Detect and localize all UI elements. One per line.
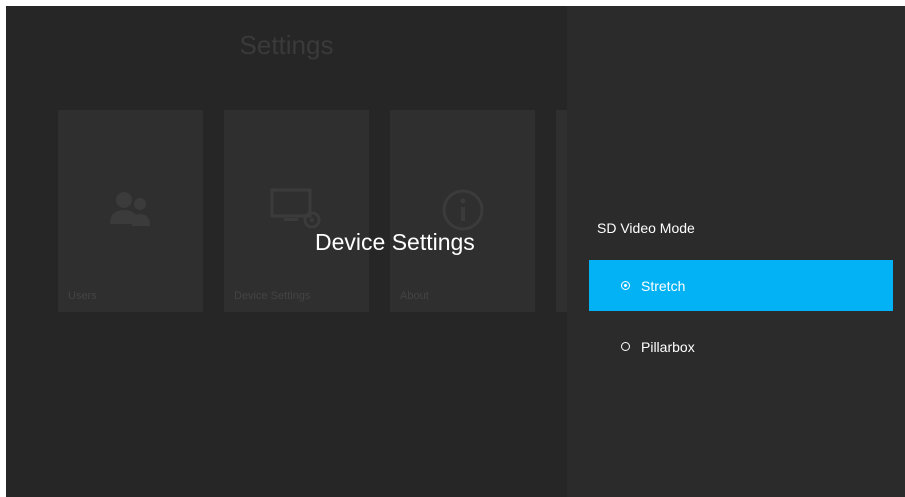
radio-checked-icon <box>621 281 630 290</box>
tile-label-device-settings: Device Settings <box>234 290 311 302</box>
tile-about[interactable]: About <box>390 110 535 312</box>
users-icon <box>58 180 203 240</box>
options-panel: SD Video Mode Stretch Pillarbox <box>567 6 905 497</box>
option-stretch[interactable]: Stretch <box>589 260 893 311</box>
overlay-title: Device Settings <box>315 229 475 255</box>
option-label-stretch: Stretch <box>641 277 686 294</box>
tile-label-users: Users <box>68 290 97 302</box>
tv-screen: Settings Users Device Settings About Dev… <box>6 6 905 497</box>
option-label-pillarbox: Pillarbox <box>641 338 695 355</box>
tile-partial <box>556 110 567 312</box>
background-page-title: Settings <box>239 30 334 60</box>
tile-label-about: About <box>400 290 429 302</box>
panel-heading: SD Video Mode <box>597 220 695 236</box>
option-pillarbox[interactable]: Pillarbox <box>589 321 893 372</box>
tile-device-settings[interactable]: Device Settings <box>224 110 369 312</box>
radio-unchecked-icon <box>621 342 630 351</box>
tile-users[interactable]: Users <box>58 110 203 312</box>
